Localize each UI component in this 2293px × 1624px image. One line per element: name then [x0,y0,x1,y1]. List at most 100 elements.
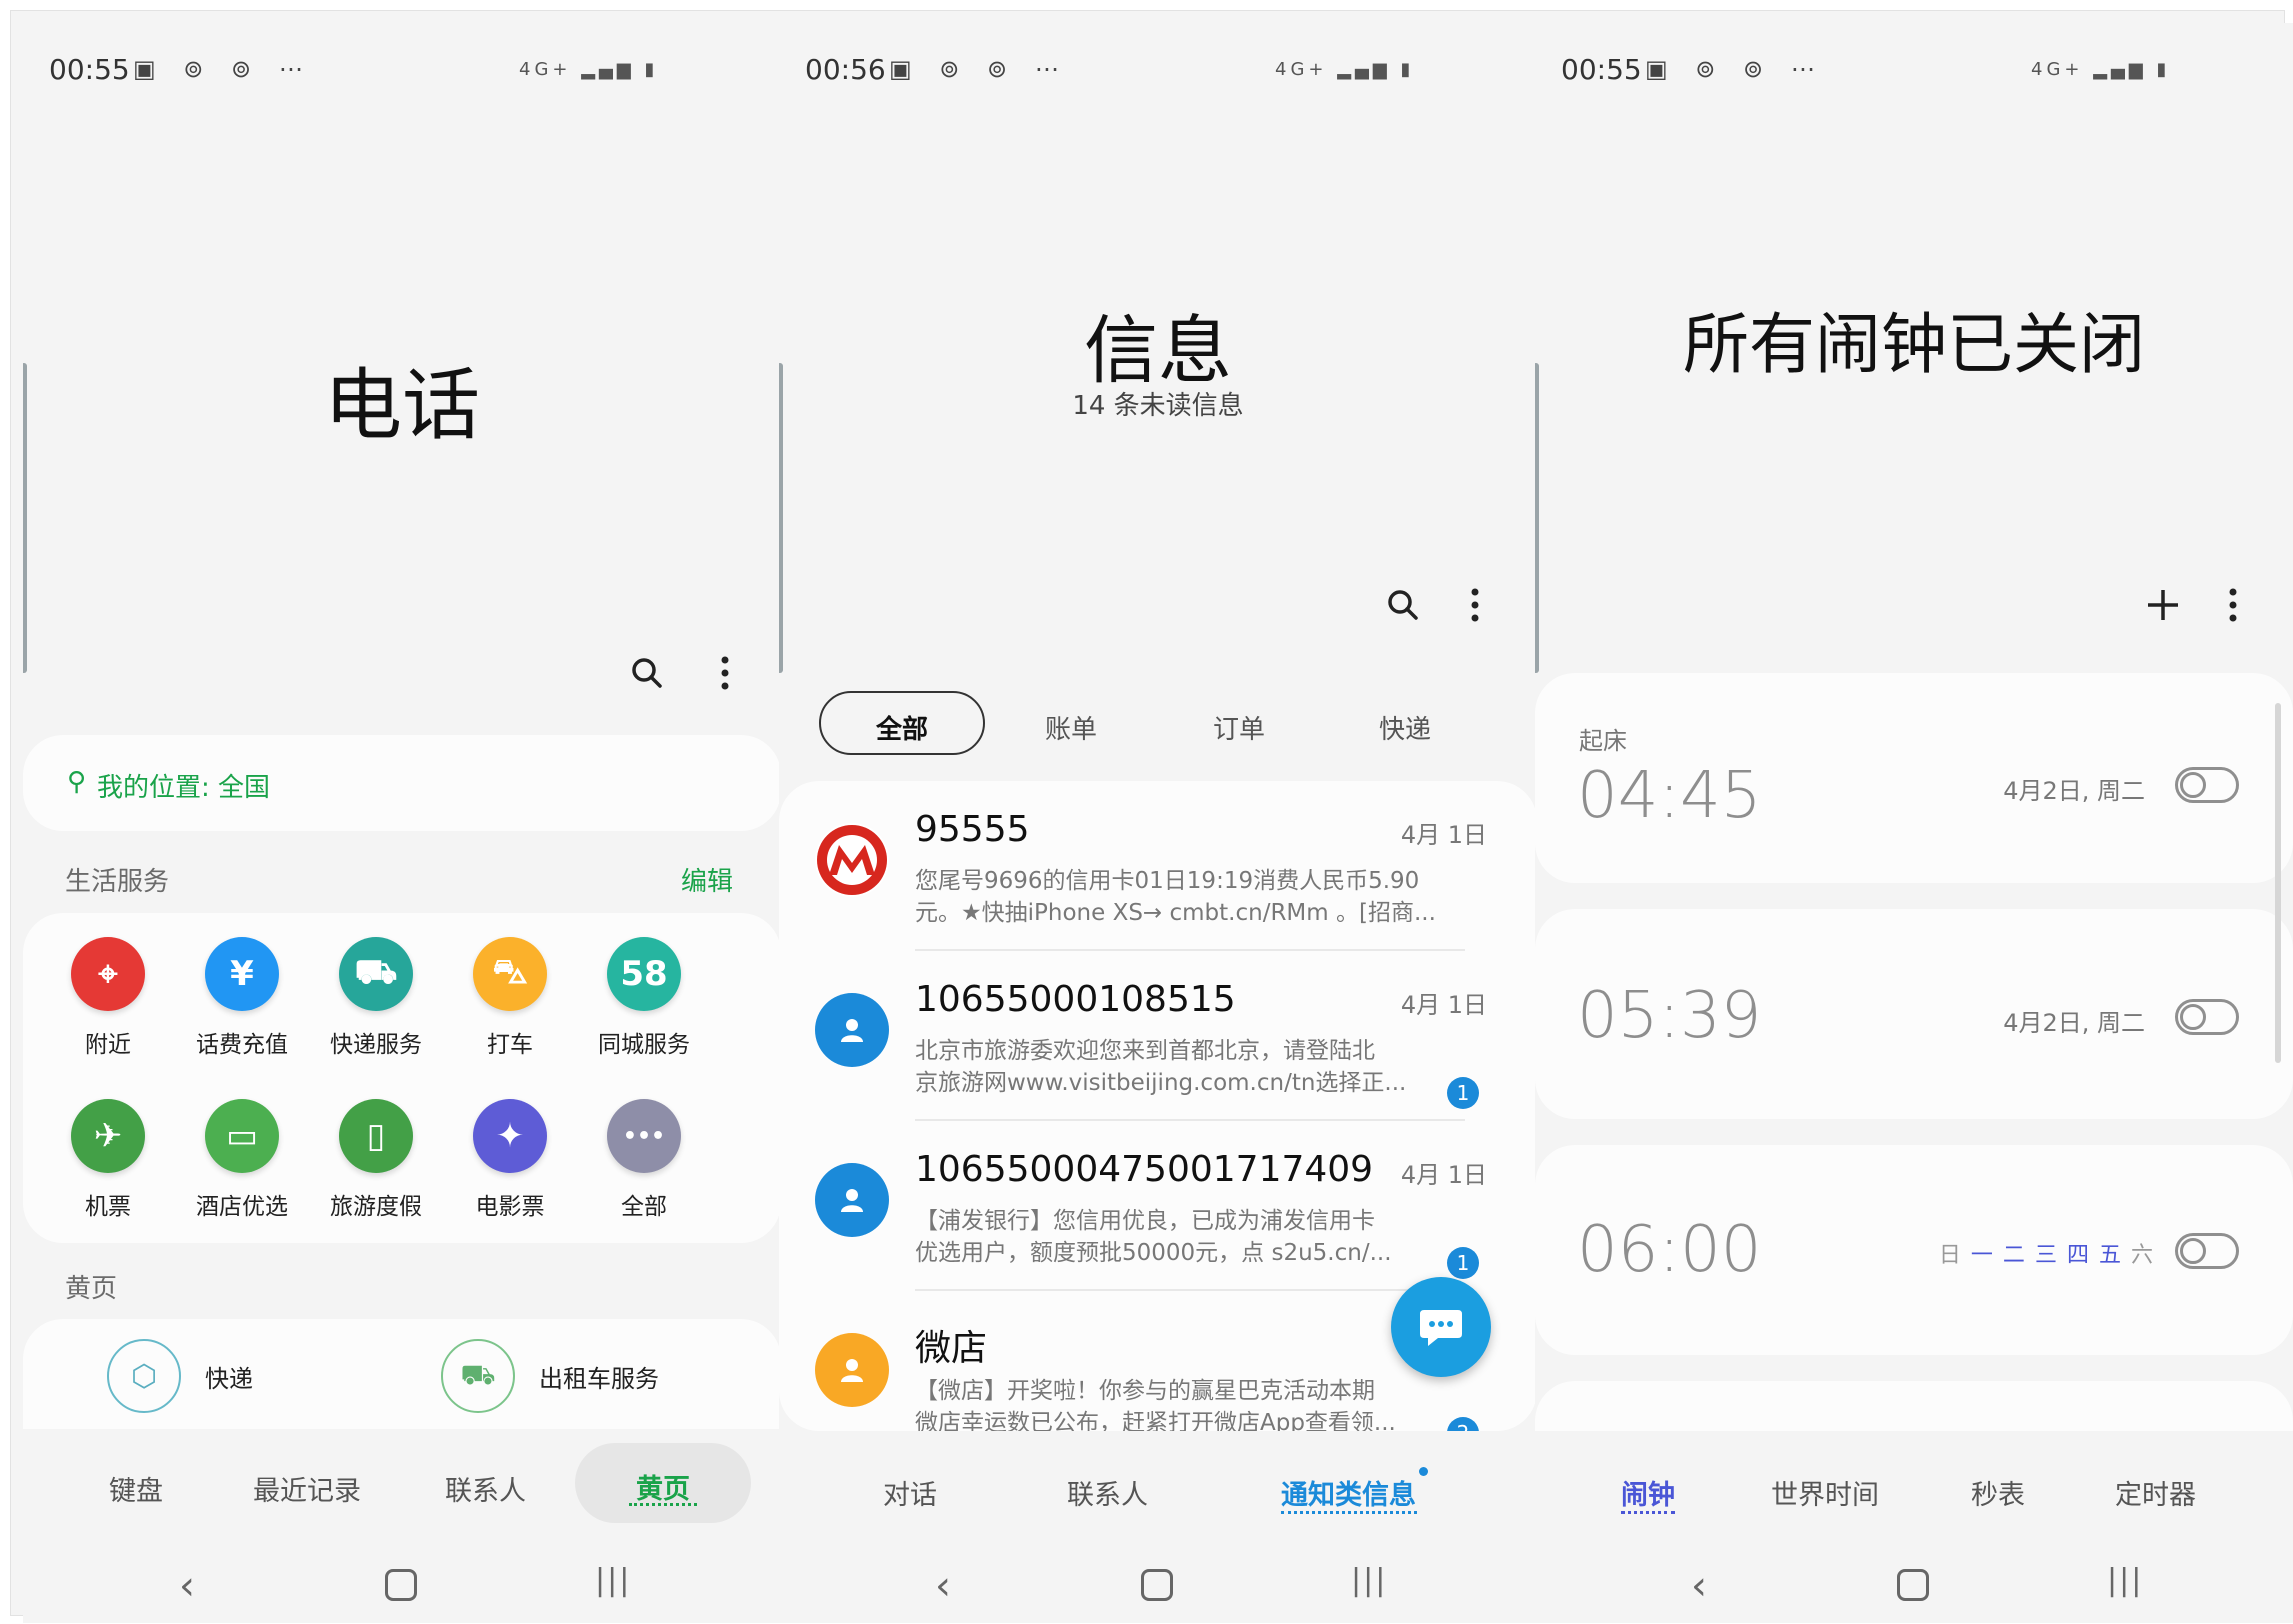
back-icon[interactable]: ‹ [935,1563,951,1609]
list-item[interactable]: 95555 4月 1日 您尾号9696的信用卡01日19:19消费人民币5.90… [779,781,1499,951]
more-options-button[interactable] [2205,577,2261,633]
add-alarm-button[interactable] [2135,577,2191,633]
vertical-dots-icon [2229,588,2237,622]
contact-avatar [815,1333,889,1407]
tab-conversations[interactable]: 对话 [883,1473,937,1512]
compose-button[interactable] [1391,1277,1491,1377]
service-label: 话费充值 [196,1032,288,1058]
list-item[interactable]: 10655000108515 4月 1日 北京市旅游委欢迎您来到首都北京，请登陆… [779,951,1499,1121]
recents-icon[interactable]: ||| [595,1563,631,1598]
day-sat: 六 [2130,1243,2153,1268]
filter-all-label: 全部 [875,715,928,745]
service-hotel-bed[interactable]: ▭ 酒店优选 [177,1099,307,1221]
filter-bills[interactable]: 账单 [1045,709,1097,746]
cmb-bank-logo [815,823,889,897]
luggage-icon: ▯ [339,1099,413,1173]
edge-handle[interactable] [1535,363,1539,673]
bottom-tabs: 键盘 最近记录 联系人 黄页 [23,1443,781,1523]
alarm-card[interactable]: 06:00 日一二三四五六 [1535,1145,2293,1355]
tab-recents[interactable]: 最近记录 [253,1469,361,1508]
tab-notifications[interactable]: 通知类信息 [1281,1473,1416,1512]
tab-yellow-pages-active[interactable]: 黄页 [575,1443,751,1523]
search-button[interactable] [619,645,675,701]
location-pin-icon: ⚲ [67,767,87,797]
alarm-toggle[interactable] [2175,999,2239,1035]
alarm-repeat-days: 日一二三四五六 [1929,1237,2153,1269]
preview-line: 您尾号9696的信用卡01日19:19消费人民币5.90 [915,868,1420,894]
service-more[interactable]: ••• 全部 [579,1099,709,1221]
message-date: 4月 1日 [1400,991,1487,1019]
preview-line: 京旅游网www.visitbeijing.com.cn/tn选择正... [915,1070,1407,1096]
filter-express[interactable]: 快递 [1379,709,1431,746]
plus-icon [2148,590,2178,620]
list-item[interactable]: 微店 【微店】开奖啦！你参与的赢星巴克活动本期 微店幸运数已公布，赶紧打开微店A… [779,1291,1499,1431]
phone-app-panel: 00:55 ▣ ⊚ ⊚ ⋯ 4G+ ▂▄▆ ▮ 电话 ⚲ 我的位置: 全国 生活… [23,23,781,1623]
message-preview: 【微店】开奖啦！你参与的赢星巴克活动本期 微店幸运数已公布，赶紧打开微店App查… [915,1375,1455,1431]
more-options-button[interactable] [1447,577,1503,633]
alarm-card-partial[interactable] [1535,1381,2293,1431]
active-indicator [629,1503,697,1506]
list-item[interactable]: 10655000475001717409 4月 1日 【浦发银行】您信用优良，已… [779,1121,1499,1291]
yellow-item-express[interactable]: 快递 [205,1359,253,1394]
page-title: 所有闹钟已关闭 [1683,306,2145,383]
alarm-card[interactable]: 起床 04:45 4月2日, 周二 [1535,673,2293,883]
preview-line: 【浦发银行】您信用优良，已成为浦发信用卡 [915,1208,1375,1234]
search-button[interactable] [1375,577,1431,633]
message-preview: 北京市旅游委欢迎您来到首都北京，请登陆北 京旅游网www.visitbeijin… [915,1035,1455,1099]
more-icon: ••• [607,1099,681,1173]
more-options-button[interactable] [697,645,753,701]
home-icon[interactable] [1897,1569,1929,1601]
page-title: 信息 [1084,308,1232,394]
signal-battery-icons: 4G+ ▂▄▆ ▮ [2031,59,2171,80]
phone-recharge-icon: ¥ [205,937,279,1011]
tab-contacts[interactable]: 联系人 [445,1469,526,1508]
active-indicator [1621,1511,1675,1514]
notification-icons: ▣ ⊚ ⊚ ⋯ [889,55,1069,83]
car-icon[interactable]: ⛟ [441,1339,515,1413]
tab-contacts[interactable]: 联系人 [1067,1473,1148,1512]
edit-button[interactable]: 编辑 [681,861,733,898]
back-icon[interactable]: ‹ [179,1563,195,1609]
back-icon[interactable]: ‹ [1691,1563,1707,1609]
filter-orders[interactable]: 订单 [1213,709,1265,746]
scrollbar[interactable] [2275,703,2281,1063]
unread-badge: 1 [1447,1077,1479,1109]
filter-all[interactable]: 全部 [819,691,985,755]
recents-icon[interactable]: ||| [2107,1563,2143,1598]
tab-keypad[interactable]: 键盘 [109,1469,163,1508]
search-icon [632,658,662,688]
home-icon[interactable] [385,1569,417,1601]
tab-stopwatch[interactable]: 秒表 [1971,1473,2025,1512]
location-text: 我的位置: 全国 [97,773,271,803]
status-bar: 00:55 ▣ ⊚ ⊚ ⋯ 4G+ ▂▄▆ ▮ [49,53,739,93]
contact-avatar [815,993,889,1067]
page-title: 电话 [323,361,480,451]
tab-timer[interactable]: 定时器 [2115,1473,2196,1512]
yellow-item-taxi[interactable]: 出租车服务 [539,1359,659,1394]
home-icon[interactable] [1141,1569,1173,1601]
alarm-toggle[interactable] [2175,767,2239,803]
unread-badge: 1 [1447,1247,1479,1279]
tab-world-clock[interactable]: 世界时间 [1771,1473,1879,1512]
tab-alarm[interactable]: 闹钟 [1621,1473,1675,1512]
service-delivery-truck[interactable]: ⛟ 快递服务 [311,937,441,1059]
status-time: 00:56 [805,53,886,86]
message-preview: 【浦发银行】您信用优良，已成为浦发信用卡 优选用户，额度预批50000元，点 s… [915,1205,1455,1269]
sender-name: 95555 [915,809,1030,850]
service-taxi[interactable]: ⛍ 打车 [445,937,575,1059]
package-icon[interactable]: ⬡ [107,1339,181,1413]
preview-line: 北京市旅游委欢迎您来到首都北京，请登陆北 [915,1038,1375,1064]
alarm-toggle[interactable] [2175,1233,2239,1269]
service-58[interactable]: 58 同城服务 [579,937,709,1059]
contact-avatar [815,1163,889,1237]
service-phone-recharge[interactable]: ¥ 话费充值 [177,937,307,1059]
recents-icon[interactable]: ||| [1351,1563,1387,1598]
service-movie-ticket[interactable]: ✦ 电影票 [445,1099,575,1221]
delivery-truck-icon: ⛟ [339,937,413,1011]
location-card[interactable]: ⚲ 我的位置: 全国 [23,735,781,831]
service-flight-ticket[interactable]: ✈ 机票 [43,1099,173,1221]
service-luggage[interactable]: ▯ 旅游度假 [311,1099,441,1221]
alarm-card[interactable]: 05:39 4月2日, 周二 [1535,909,2293,1119]
service-location-pin[interactable]: ⌖ 附近 [43,937,173,1059]
cmb-logo-icon [817,825,887,895]
